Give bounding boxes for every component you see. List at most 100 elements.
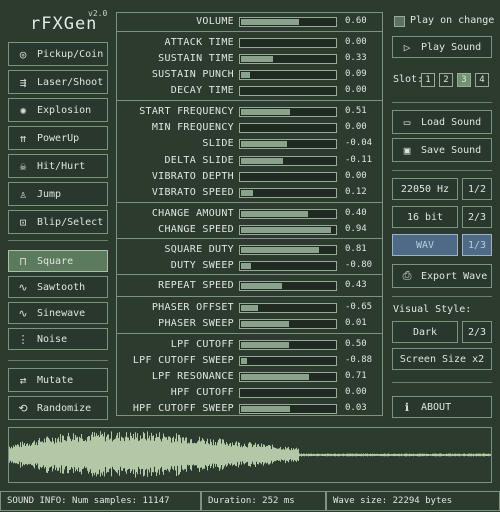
param-label: HPF CUTOFF SWEEP: [132, 403, 234, 414]
save-sound-label: Save Sound: [421, 144, 482, 156]
param-slider[interactable]: [239, 139, 337, 149]
laser-icon: ⇶: [19, 75, 27, 89]
preset-label: Blip/Select: [37, 216, 104, 228]
divider: [392, 170, 492, 171]
param-slider[interactable]: [239, 86, 337, 96]
param-label: SLIDE: [202, 138, 234, 149]
wave-button-square[interactable]: ⊓ Square: [8, 250, 108, 272]
param-label: SUSTAIN PUNCH: [151, 69, 234, 80]
wave-button-sawtooth[interactable]: ∿ Sawtooth: [8, 276, 108, 298]
param-slider[interactable]: [239, 225, 337, 235]
slot-button-3[interactable]: 3: [457, 73, 471, 87]
param-label: VOLUME: [196, 16, 234, 27]
slider-fill: [241, 374, 309, 380]
param-value: -0.88: [345, 355, 373, 365]
param-slider[interactable]: [239, 54, 337, 64]
style-cycle[interactable]: 2/3: [462, 321, 492, 343]
param-row-sustain-time: SUSTAIN TIME 0.33: [117, 51, 382, 67]
export-wave-button[interactable]: ⎙ Export Wave: [392, 264, 492, 288]
slider-fill: [241, 19, 299, 25]
randomize-button[interactable]: ⟲ Randomize: [8, 396, 108, 420]
preset-label: Laser/Shoot: [37, 76, 104, 88]
param-slider[interactable]: [239, 17, 337, 27]
preset-button-powerup[interactable]: ⇈ PowerUp: [8, 126, 108, 150]
load-sound-button[interactable]: ▭ Load Sound: [392, 110, 492, 134]
bit-depth-button[interactable]: 16 bit: [392, 206, 458, 228]
slider-fill: [241, 211, 308, 217]
param-slider[interactable]: [239, 123, 337, 133]
param-slider[interactable]: [239, 172, 337, 182]
param-value: 0.94: [345, 224, 367, 234]
param-label: VIBRATO DEPTH: [151, 171, 234, 182]
param-slider[interactable]: [239, 303, 337, 313]
screen-size-button[interactable]: Screen Size x2: [392, 348, 492, 370]
param-row-decay-time: DECAY TIME 0.00: [117, 83, 382, 99]
group-divider: [116, 296, 383, 297]
param-slider[interactable]: [239, 245, 337, 255]
coin-icon: ◎: [19, 47, 27, 61]
param-label: LPF CUTOFF: [170, 339, 234, 350]
preset-button-jump[interactable]: ♙ Jump: [8, 182, 108, 206]
preset-button-blip-select[interactable]: ⊡ Blip/Select: [8, 210, 108, 234]
param-slider[interactable]: [239, 209, 337, 219]
slot-button-4[interactable]: 4: [475, 73, 489, 87]
param-slider[interactable]: [239, 38, 337, 48]
preset-button-laser-shoot[interactable]: ⇶ Laser/Shoot: [8, 70, 108, 94]
param-slider[interactable]: [239, 261, 337, 271]
param-slider[interactable]: [239, 319, 337, 329]
slider-fill: [241, 247, 319, 253]
sample-rate-button[interactable]: 22050 Hz: [392, 178, 458, 200]
about-button[interactable]: ℹ ABOUT: [392, 396, 492, 418]
wave-label: Sinewave: [37, 307, 86, 319]
param-value: 0.40: [345, 208, 367, 218]
play-on-change-label: Play on change: [410, 15, 495, 26]
format-cycle[interactable]: 1/3: [462, 234, 492, 256]
param-row-repeat-speed: REPEAT SPEED 0.43: [117, 278, 382, 294]
play-sound-label: Play Sound: [421, 41, 482, 53]
preset-button-pickup-coin[interactable]: ◎ Pickup/Coin: [8, 42, 108, 66]
bit-depth-cycle[interactable]: 2/3: [462, 206, 492, 228]
preset-button-hit-hurt[interactable]: ☠ Hit/Hurt: [8, 154, 108, 178]
slot-button-1[interactable]: 1: [421, 73, 435, 87]
slider-fill: [241, 321, 289, 327]
play-sound-button[interactable]: ▷ Play Sound: [392, 36, 492, 58]
param-row-lpf-cutoff-sweep: LPF CUTOFF SWEEP -0.88: [117, 353, 382, 369]
preset-button-explosion[interactable]: ✺ Explosion: [8, 98, 108, 122]
param-slider[interactable]: [239, 340, 337, 350]
param-row-start-frequency: START FREQUENCY 0.51: [117, 104, 382, 120]
wave-button-noise[interactable]: ⋮ Noise: [8, 328, 108, 350]
param-slider[interactable]: [239, 188, 337, 198]
param-slider[interactable]: [239, 281, 337, 291]
param-value: -0.04: [345, 138, 373, 148]
folder-icon: ▭: [403, 115, 411, 129]
wave-size-status: Wave size: 22294 bytes: [326, 491, 500, 511]
preset-label: Explosion: [37, 104, 92, 116]
param-slider[interactable]: [239, 372, 337, 382]
param-label: PHASER SWEEP: [158, 318, 234, 329]
param-slider[interactable]: [239, 156, 337, 166]
export-wave-label: Export Wave: [421, 270, 488, 282]
style-button[interactable]: Dark: [392, 321, 458, 343]
powerup-icon: ⇈: [19, 131, 27, 145]
format-button[interactable]: WAV: [392, 234, 458, 256]
param-label: DELTA SLIDE: [164, 155, 234, 166]
param-slider[interactable]: [239, 404, 337, 414]
mutate-label: Mutate: [37, 374, 74, 386]
param-slider[interactable]: [239, 70, 337, 80]
slider-fill: [241, 141, 287, 147]
preset-label: Pickup/Coin: [37, 48, 104, 60]
param-row-hpf-cutoff: HPF CUTOFF 0.00: [117, 385, 382, 401]
param-label: VIBRATO SPEED: [151, 187, 234, 198]
save-sound-button[interactable]: ▣ Save Sound: [392, 138, 492, 162]
param-row-change-amount: CHANGE AMOUNT 0.40: [117, 206, 382, 222]
slot-button-2[interactable]: 2: [439, 73, 453, 87]
wave-button-sinewave[interactable]: ∿ Sinewave: [8, 302, 108, 324]
play-on-change-checkbox[interactable]: [394, 16, 405, 27]
param-slider[interactable]: [239, 388, 337, 398]
divider: [8, 360, 108, 361]
group-divider: [116, 31, 383, 32]
sample-rate-cycle[interactable]: 1/2: [462, 178, 492, 200]
param-slider[interactable]: [239, 107, 337, 117]
mutate-button[interactable]: ⇄ Mutate: [8, 368, 108, 392]
param-slider[interactable]: [239, 356, 337, 366]
